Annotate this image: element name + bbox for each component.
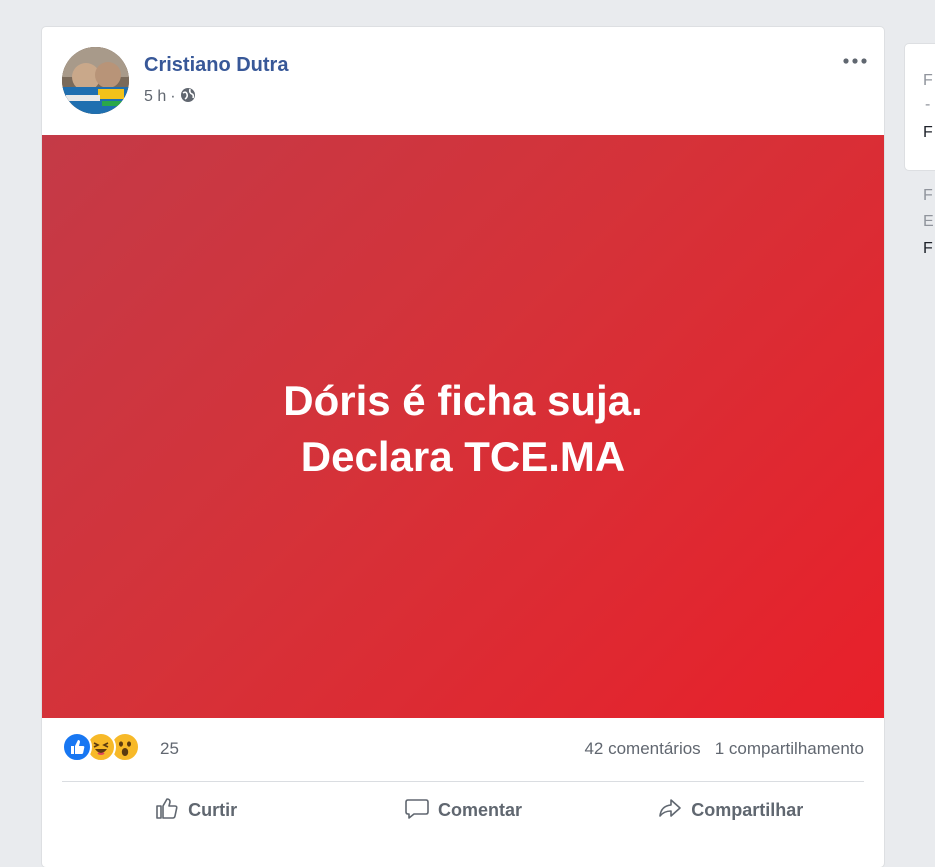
globe-icon	[180, 87, 196, 108]
sidebar-text-4: F	[923, 187, 933, 204]
like-icon	[62, 732, 92, 762]
share-label: Compartilhar	[691, 799, 804, 820]
like-label: Curtir	[188, 799, 238, 820]
comment-label: Comentar	[437, 799, 522, 820]
like-button[interactable]: Curtir	[62, 787, 329, 833]
reaction-count[interactable]: 25	[160, 739, 179, 759]
share-button[interactable]: Compartilhar	[597, 787, 864, 833]
reactions-bar: 25 42 comentários 1 compartilhamento	[62, 718, 864, 782]
sidebar-text-5: E	[923, 213, 934, 230]
shares-count[interactable]: 1 compartilhamento	[715, 739, 864, 759]
feed-post: Cristiano Dutra 5 h · Dóris é ficha suja…	[42, 27, 884, 867]
sidebar-text-3: F	[923, 124, 933, 141]
author-avatar[interactable]	[62, 47, 129, 114]
post-text-background[interactable]: Dóris é ficha suja. Declara TCE.MA	[42, 135, 884, 718]
more-options-icon[interactable]	[840, 51, 870, 71]
comments-count[interactable]: 42 comentários	[584, 739, 700, 759]
post-text: Dóris é ficha suja. Declara TCE.MA	[283, 373, 642, 485]
post-meta: 5 h ·	[144, 87, 196, 107]
post-time[interactable]: 5 h	[144, 88, 166, 106]
thumbs-up-icon	[154, 795, 180, 826]
avatar-photo	[62, 47, 129, 114]
sidebar-text-6: F	[923, 240, 933, 257]
reaction-icons[interactable]	[62, 732, 162, 762]
post-text-line-2: Declara TCE.MA	[300, 432, 626, 480]
engagement-counts: 42 comentários 1 compartilhamento	[584, 739, 864, 759]
post-header: Cristiano Dutra 5 h ·	[42, 27, 884, 135]
comment-button[interactable]: Comentar	[329, 787, 596, 833]
right-sidebar-card[interactable]: F - F	[905, 44, 935, 170]
meta-separator: ·	[170, 88, 176, 105]
author-name[interactable]: Cristiano Dutra	[144, 54, 288, 77]
sidebar-text-2: -	[925, 96, 931, 113]
comment-bubble-icon	[404, 795, 430, 826]
post-actions: Curtir Comentar Compartilhar	[62, 787, 864, 833]
sidebar-text-1: F	[923, 72, 933, 89]
post-text-line-1: Dóris é ficha suja.	[283, 376, 643, 424]
share-arrow-icon	[657, 795, 683, 826]
